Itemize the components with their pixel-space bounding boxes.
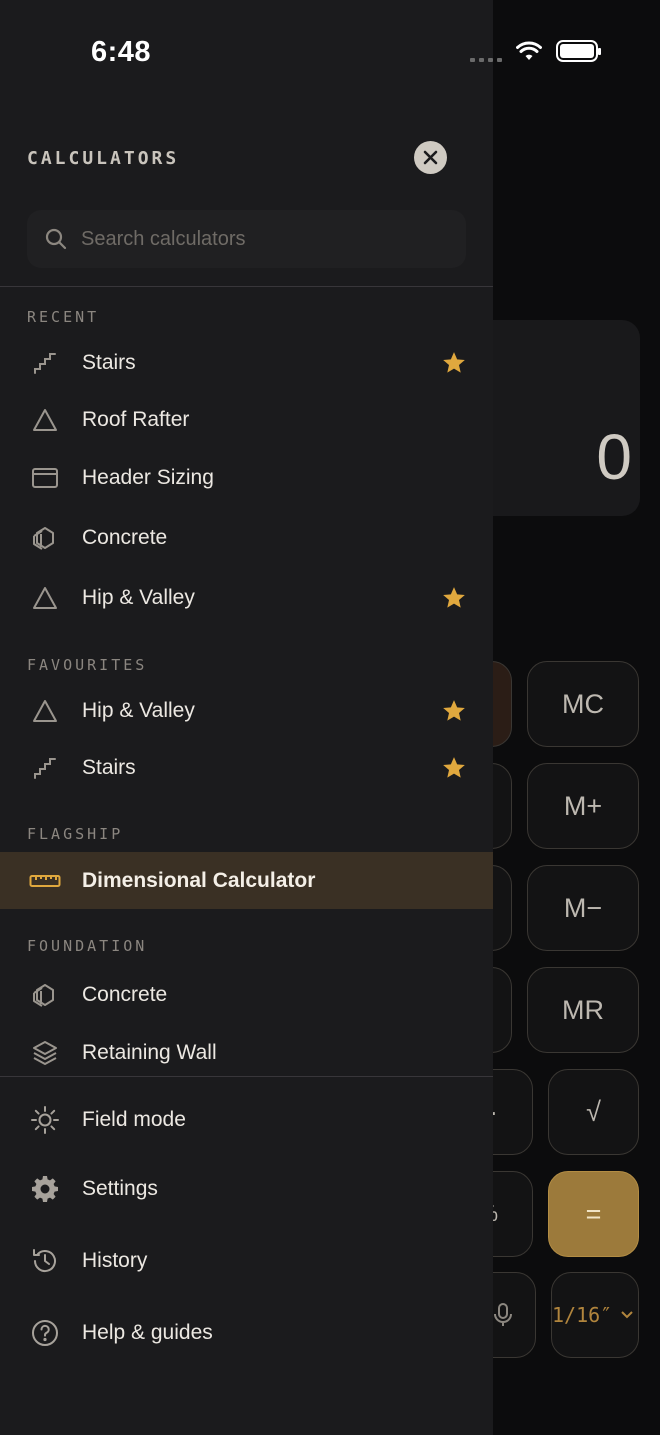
list-item-label: Hip & Valley (82, 586, 195, 609)
stairs-icon (28, 346, 62, 380)
key-mminus[interactable]: M− (527, 865, 639, 951)
star-icon[interactable] (441, 698, 467, 724)
layers-icon (28, 1036, 62, 1070)
drawer-title: CALCULATORS (27, 148, 180, 169)
footer-label: Help & guides (82, 1321, 213, 1344)
star-icon[interactable] (441, 585, 467, 611)
list-item-label: Header Sizing (82, 466, 214, 489)
signal-icon (470, 58, 502, 62)
section-label-recent: RECENT (27, 308, 100, 326)
history-button[interactable]: History (0, 1233, 493, 1289)
key-mc[interactable]: MC (527, 661, 639, 747)
search-icon (45, 228, 67, 250)
chevron-down-icon (621, 1311, 633, 1319)
triangle-icon (28, 403, 62, 437)
list-item-hip-valley[interactable]: Hip & Valley (0, 683, 493, 739)
status-icons (470, 40, 601, 62)
list-item-label: Hip & Valley (82, 699, 195, 722)
star-icon[interactable] (441, 350, 467, 376)
stairs-icon (28, 751, 62, 785)
list-item-label: Roof Rafter (82, 408, 190, 431)
fraction-value: 1/16″ (552, 1303, 613, 1327)
list-item-label: Concrete (82, 983, 168, 1006)
display-value: 0 (596, 421, 632, 493)
gear-icon (28, 1172, 62, 1206)
help-icon (28, 1316, 62, 1350)
list-item-stairs[interactable]: Stairs (0, 740, 493, 796)
star-icon[interactable] (441, 755, 467, 781)
search-field[interactable] (27, 210, 466, 268)
triangle-icon (28, 581, 62, 615)
calculators-drawer: 6:48 CALCULATORS RECENT Stairs Roof Raft… (0, 0, 601, 1435)
footer-label: Settings (82, 1177, 158, 1200)
close-icon (423, 150, 438, 165)
list-item-hip-valley[interactable]: Hip & Valley (0, 570, 493, 626)
key-mplus[interactable]: M+ (527, 763, 639, 849)
section-label-favourites: FAVOURITES (27, 656, 148, 674)
history-icon (28, 1244, 62, 1278)
footer-label: Field mode (82, 1108, 186, 1131)
section-label-foundation: FOUNDATION (27, 937, 148, 955)
list-item-roof-rafter[interactable]: Roof Rafter (0, 392, 493, 448)
concrete-icon (28, 978, 62, 1012)
ruler-icon (28, 864, 62, 898)
list-item-label: Dimensional Calculator (82, 868, 316, 892)
sun-icon (28, 1103, 62, 1137)
fraction-select[interactable]: 1/16″ (551, 1272, 639, 1358)
section-label-flagship: FLAGSHIP (27, 825, 124, 843)
list-item-header-sizing[interactable]: Header Sizing (0, 450, 493, 506)
list-item-concrete[interactable]: Concrete (0, 510, 493, 566)
field-mode-button[interactable]: Field mode (0, 1092, 493, 1148)
list-item-label: Retaining Wall (82, 1041, 217, 1064)
list-item-retaining-wall[interactable]: Retaining Wall (0, 1030, 493, 1076)
status-time: 6:48 (91, 36, 152, 68)
microphone-icon (494, 1303, 512, 1326)
search-input[interactable] (81, 227, 441, 251)
concrete-icon (28, 521, 62, 555)
settings-button[interactable]: Settings (0, 1161, 493, 1217)
list-item-label: Stairs (82, 351, 136, 374)
list-item-label: Concrete (82, 526, 168, 549)
list-item-concrete[interactable]: Concrete (0, 967, 493, 1023)
list-item-label: Stairs (82, 756, 136, 779)
list-item-stairs[interactable]: Stairs (0, 335, 493, 391)
battery-icon (556, 40, 601, 62)
close-button[interactable] (414, 141, 447, 174)
footer-label: History (82, 1249, 148, 1272)
key-mr[interactable]: MR (527, 967, 639, 1053)
key-equals[interactable]: = (548, 1171, 639, 1257)
header-icon (28, 461, 62, 495)
help-button[interactable]: Help & guides (0, 1305, 493, 1361)
wifi-icon (516, 41, 542, 60)
divider (0, 1076, 493, 1077)
list-item-dimensional-calculator[interactable]: Dimensional Calculator (0, 852, 493, 909)
key-sqrt[interactable]: √ (548, 1069, 639, 1155)
divider (0, 286, 493, 287)
triangle-icon (28, 694, 62, 728)
